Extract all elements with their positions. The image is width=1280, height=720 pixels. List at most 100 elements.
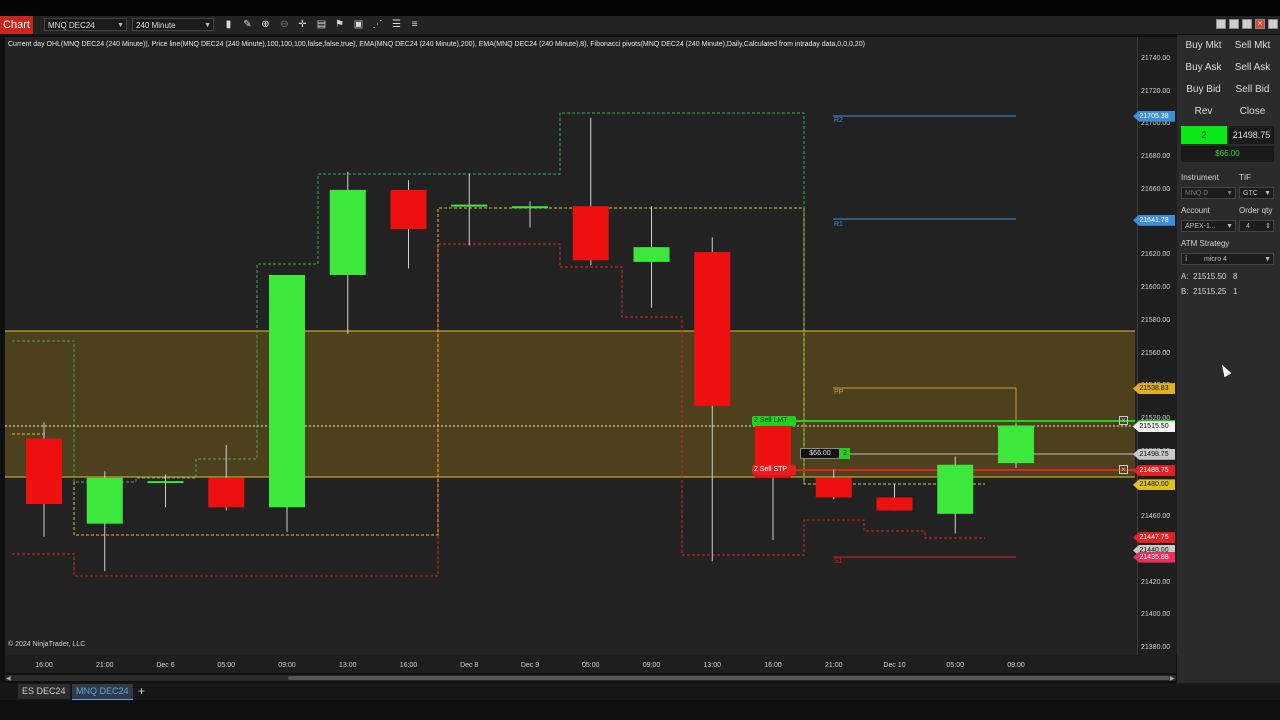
price-tick-label: 21560.00 [1141,349,1171,357]
order-quantity-input[interactable]: 4 ⇕ [1239,220,1274,232]
chevron-down-icon: ▼ [117,22,124,29]
order-quantity-value: 4 [1246,223,1250,230]
price-tick-label: 21620.00 [1141,251,1171,259]
snapshot-icon[interactable]: ▣ [352,18,365,31]
chart-trader-icon[interactable]: ≡ [408,18,421,31]
interval-selector[interactable]: 240 Minute ▼ [132,18,214,31]
time-tick-label: Dec 10 [883,662,906,669]
position-quantity: 2 [1181,126,1227,144]
order-qty-label: Order qty [1239,206,1273,215]
chart-panel[interactable] [5,37,1137,655]
time-tick-label: Dec 9 [520,662,540,669]
instrument-selector[interactable]: MNQ DEC24 ▼ [44,18,127,31]
buy-ask-button[interactable]: Buy Ask [1180,59,1227,77]
pin-window-button[interactable] [1268,19,1278,29]
price-tag: 21480.00 [1133,479,1175,491]
price-tick-label: 21660.00 [1141,185,1171,193]
account-label: Account [1181,206,1210,215]
position-pnl-marker[interactable]: $66.00 [800,448,840,459]
zoom-in-icon[interactable]: ⊕ [259,18,272,31]
price-tick-label: 21740.00 [1141,55,1171,62]
reverse-button[interactable]: Rev [1180,103,1227,121]
tif-select-value: GTC [1243,190,1258,197]
scroll-left-icon[interactable]: ◀ [6,675,11,682]
spinner-icon[interactable]: ⇕ [1265,221,1271,232]
data-box-icon[interactable]: ▤ [315,18,328,31]
tab-mnq-dec24[interactable]: MNQ DEC24 [72,684,133,700]
price-tag: 21515.50 [1133,421,1175,433]
time-tick-label: 16:00 [399,662,418,669]
chevron-down-icon: ▼ [1264,256,1271,263]
add-tab-icon[interactable]: + [138,684,145,699]
price-tag: 21498.75 [1133,448,1175,460]
price-tick-label: 21580.00 [1141,316,1171,324]
time-tick-label: 05:00 [581,662,600,669]
sell-ask-button[interactable]: Sell Ask [1229,59,1276,77]
sell-bid-button[interactable]: Sell Bid [1229,81,1276,99]
tab-es-dec24[interactable]: ES DEC24 [18,684,70,699]
buy-market-button[interactable]: Buy Mkt [1180,37,1227,55]
strategies-icon[interactable]: ⚑ [333,18,346,31]
atm-info-icon[interactable]: ⅰ [1185,254,1187,263]
sell-stop-order-marker[interactable]: 2 Sell STP [752,465,796,475]
time-tick-label: 05:00 [946,662,965,669]
instrument-label: Instrument [1181,173,1219,182]
ask-price-line: A: 21515.50 8 [1181,272,1238,281]
price-tag: 21488.75 [1133,465,1175,477]
position-qty-marker[interactable]: 2 [840,448,850,459]
atm-strategy-value: micro 4 [1204,256,1227,263]
chevron-down-icon: ▼ [204,22,211,29]
bar-type-icon[interactable]: ▮ [222,18,235,31]
position-pnl: $66.00 [1181,146,1274,162]
price-tick-label: 21680.00 [1141,153,1171,161]
chart-scrollbar-thumb[interactable] [288,676,1170,680]
instrument-tabs [0,683,1280,700]
cancel-order-icon[interactable]: × [1119,416,1128,425]
price-tick-label: 21400.00 [1141,611,1171,619]
price-tag: 21705.38 [1133,110,1175,122]
chart-window-tab[interactable]: Chart [0,16,33,34]
tif-select[interactable]: GTC ▼ [1239,187,1274,199]
title-bar [0,0,1280,16]
instrument-selector-value: MNQ DEC24 [48,21,95,30]
sell-market-button[interactable]: Sell Mkt [1229,37,1276,55]
cancel-order-icon[interactable]: × [1119,465,1128,474]
maximize-window-button[interactable] [1242,19,1252,29]
price-tag: 21435.88 [1133,551,1175,563]
bid-price-line: B: 21515.25 1 [1181,287,1238,296]
zoom-out-icon[interactable]: ⊖ [278,18,291,31]
draw-tool-icon[interactable]: ✎ [241,18,254,31]
instrument-field[interactable]: MNQ D ▼ [1181,187,1236,199]
copyright-text: © 2024 NinjaTrader, LLC [8,641,86,648]
interval-selector-value: 240 Minute [136,21,176,30]
indicator-list: Current day OHL(MNQ DEC24 (240 Minute)),… [8,41,865,48]
indicators-icon[interactable]: ⋰ [371,18,384,31]
properties-icon[interactable]: ☰ [390,18,403,31]
sell-limit-order-marker[interactable]: 2 Sell LMT [752,416,796,426]
tif-label: TIF [1239,173,1251,182]
buy-bid-button[interactable]: Buy Bid [1180,81,1227,99]
time-tick-label: 16:00 [35,662,53,669]
price-tick-label: 21460.00 [1141,513,1171,521]
atm-strategy-select[interactable]: micro 4 ▼ [1181,253,1274,265]
close-window-button[interactable]: × [1255,19,1265,29]
chevron-down-icon: ▼ [1226,190,1233,197]
restore-window-button[interactable] [1229,19,1239,29]
close-position-button[interactable]: Close [1229,103,1276,121]
atm-strategy-label: ATM Strategy [1181,239,1230,248]
time-tick-label: Dec 6 [156,662,175,669]
time-tick-label: 09:00 [1007,662,1025,669]
position-average-price: 21498.75 [1229,126,1274,144]
account-select[interactable]: APEX-1... ▼ [1181,220,1236,232]
price-tag: 21447.75 [1133,532,1175,544]
time-tick-label: 16:00 [764,662,782,669]
scroll-right-icon[interactable]: ▶ [1170,675,1175,682]
account-select-value: APEX-1... [1185,223,1216,230]
crosshair-icon[interactable]: ✛ [296,18,309,31]
minimize-window-button[interactable] [1216,19,1226,29]
time-tick-label: 21:00 [95,662,114,669]
price-tick-label: 21420.00 [1141,578,1171,586]
time-tick-label: 09:00 [642,662,661,669]
time-tick-label: 05:00 [217,662,236,669]
price-tick-label: 21380.00 [1141,644,1171,651]
